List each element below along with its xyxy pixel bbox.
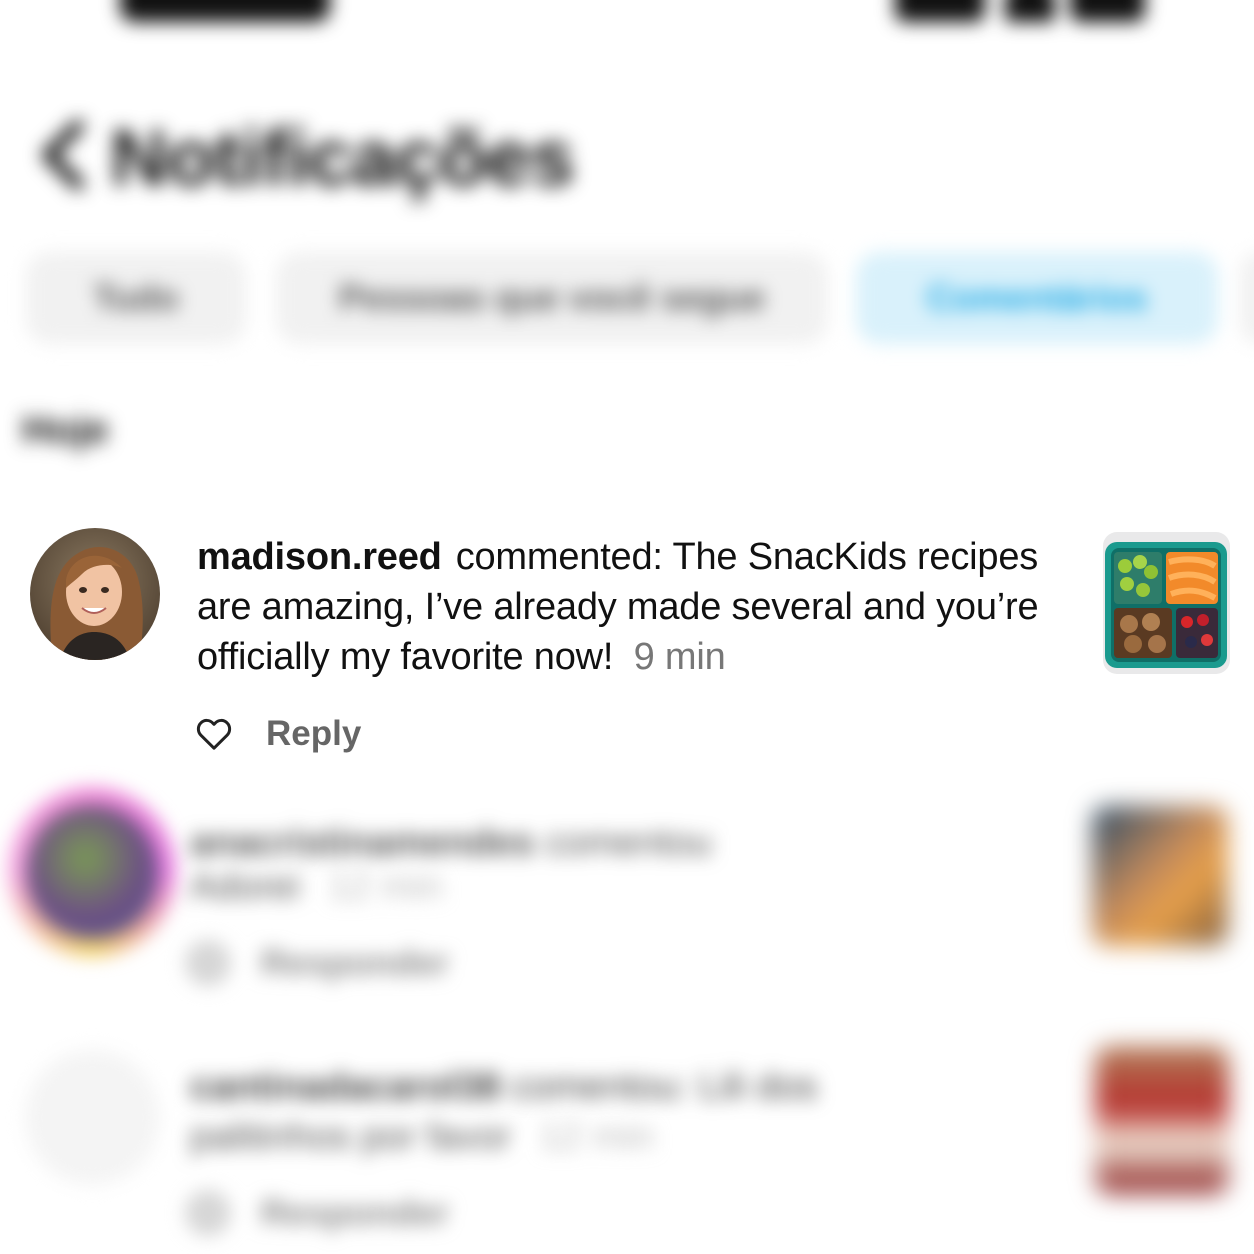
timestamp: 12 min xyxy=(328,866,443,908)
tab-next[interactable] xyxy=(1240,252,1254,344)
comment-actions: Responder xyxy=(185,1190,449,1236)
page-title: Notificações xyxy=(110,113,575,202)
signal-icon xyxy=(895,0,985,22)
tab-label: Tudo xyxy=(93,277,179,318)
tab-all[interactable]: Tudo xyxy=(26,252,246,344)
reply-button[interactable]: Responder xyxy=(261,942,449,984)
notification-text: anacristinamendes comentou xyxy=(190,822,712,865)
notification-text-line2: Adorei 12 min xyxy=(190,866,442,909)
avatar[interactable] xyxy=(8,787,176,957)
comment-actions: Reply xyxy=(194,712,361,756)
post-thumbnail[interactable] xyxy=(1103,532,1230,674)
tab-comments[interactable]: Comentários xyxy=(856,252,1218,344)
avatar[interactable] xyxy=(30,528,160,660)
username-link[interactable]: cantinadacarol38 xyxy=(190,1066,500,1108)
username-link[interactable]: anacristinamendes xyxy=(190,822,534,864)
notification-text: cantinadacarol38 comentou: Lili dos xyxy=(190,1066,817,1109)
tab-label: Comentários xyxy=(926,277,1148,318)
post-thumbnail[interactable] xyxy=(1092,806,1228,946)
notification-text-line2: palitinhos por favor 12 min xyxy=(190,1116,654,1159)
username-link[interactable]: madison.reed xyxy=(197,536,442,578)
comment-text: palitinhos por favor xyxy=(190,1116,512,1158)
reply-button[interactable]: Responder xyxy=(261,1192,449,1234)
section-label-today: Hoje xyxy=(22,408,109,452)
reply-button[interactable]: Reply xyxy=(266,714,361,754)
tab-label: Pessoas que você segue xyxy=(338,277,766,318)
comment-text: comentou: Lili dos xyxy=(511,1066,818,1108)
timestamp: 12 min xyxy=(539,1116,654,1158)
comment-text: comentou xyxy=(544,822,712,864)
avatar[interactable] xyxy=(25,1050,160,1185)
battery-icon xyxy=(1070,0,1145,22)
comment-text: Adorei xyxy=(190,866,300,908)
heart-icon[interactable] xyxy=(185,1190,231,1236)
status-bar-icons xyxy=(895,0,1145,22)
timestamp: 9 min xyxy=(633,636,726,678)
comment-actions: Responder xyxy=(185,940,449,986)
heart-icon[interactable] xyxy=(185,940,231,986)
wifi-icon xyxy=(1005,0,1055,22)
tab-following[interactable]: Pessoas que você segue xyxy=(276,252,828,344)
notification-text: madison.reed commented: The SnacKids reci… xyxy=(197,532,1092,682)
status-bar-time xyxy=(120,0,330,22)
heart-icon[interactable] xyxy=(194,714,234,754)
post-thumbnail[interactable] xyxy=(1095,1046,1229,1194)
back-chevron-icon[interactable] xyxy=(38,120,88,190)
